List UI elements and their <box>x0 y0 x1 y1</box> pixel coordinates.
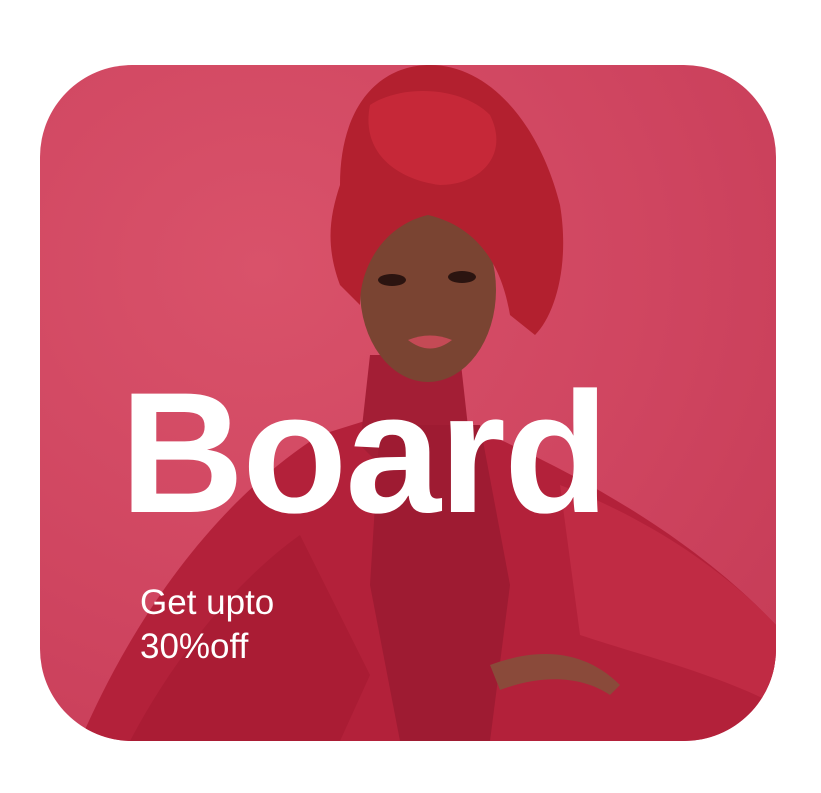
promo-line-1: Get upto <box>140 583 275 622</box>
promo-banner-card[interactable]: Board Get upto 30%off <box>40 65 776 741</box>
banner-title: Board <box>120 357 609 549</box>
promo-text: Get upto 30%off <box>140 581 274 669</box>
promo-line-2: 30%off <box>140 627 249 666</box>
